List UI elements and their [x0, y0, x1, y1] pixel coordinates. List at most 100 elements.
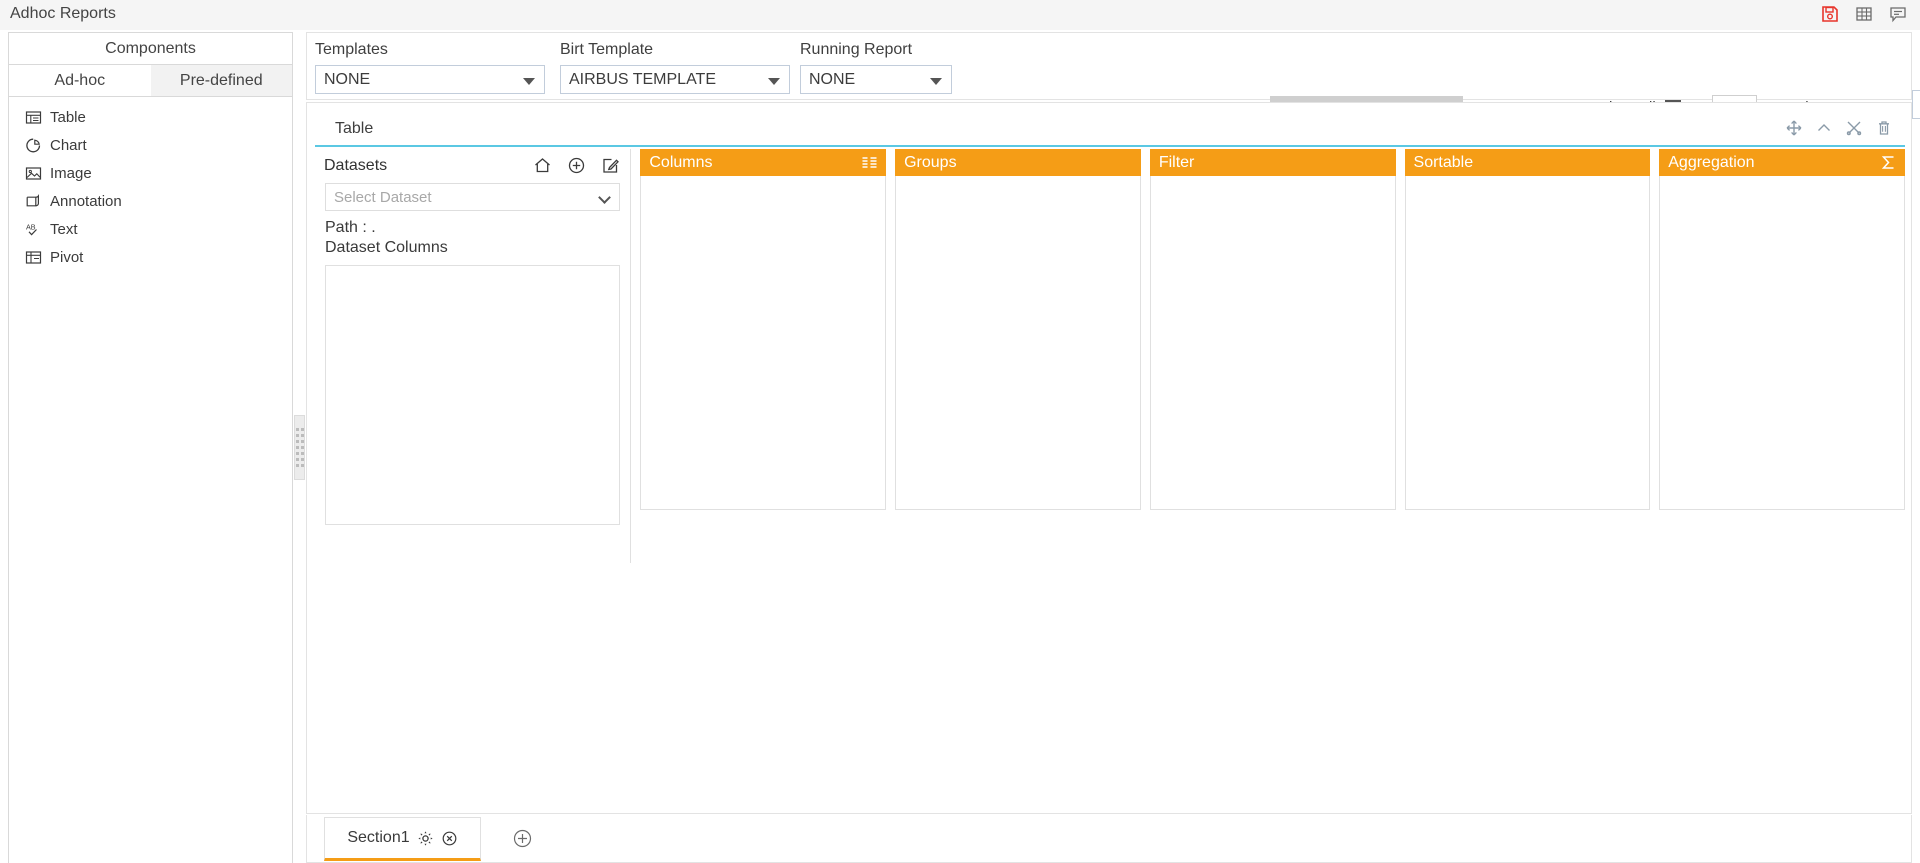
sidebar-header: Components — [9, 33, 292, 65]
sidebar-item-label: Pivot — [50, 248, 84, 266]
table-card-toolbar — [1785, 119, 1893, 137]
running-report-value: NONE — [809, 70, 856, 88]
chevron-down-icon — [598, 191, 612, 204]
components-sidebar: Components Ad-hoc Pre-defined Table Char… — [8, 32, 293, 863]
sidebar-item-label: Image — [50, 164, 92, 182]
filter-drop-area[interactable] — [1149, 176, 1396, 510]
table-component-card: Table Datasets Select Dataset Path: . D… — [315, 111, 1905, 563]
groups-drop-area[interactable] — [895, 176, 1141, 510]
output-format-select[interactable]: HTML — [1912, 90, 1920, 119]
grid-icon[interactable] — [1854, 4, 1874, 24]
sidebar-tab-adhoc[interactable]: Ad-hoc — [9, 65, 151, 96]
chevron-down-icon — [768, 77, 780, 85]
section-tab-bar: Section1 — [306, 815, 1912, 863]
list-columns-icon[interactable] — [861, 154, 878, 171]
aggregation-panel-title: Aggregation — [1668, 153, 1755, 171]
columns-panel: Columns — [640, 149, 887, 563]
dataset-columns-label: Dataset Columns — [325, 239, 448, 256]
sidebar-item-annotation[interactable]: Annotation — [9, 187, 292, 215]
sidebar-item-pivot[interactable]: Pivot — [9, 243, 292, 271]
columns-drop-area[interactable] — [640, 176, 887, 510]
groups-panel: Groups — [895, 149, 1141, 563]
sidebar-item-label: Text — [50, 220, 78, 238]
sidebar-item-image[interactable]: Image — [9, 159, 292, 187]
pie-chart-icon — [25, 137, 42, 154]
sortable-drop-area[interactable] — [1404, 176, 1651, 510]
sigma-icon[interactable] — [1880, 154, 1897, 171]
sidebar-item-text[interactable]: AB Text — [9, 215, 292, 243]
table-card-header: Table — [315, 111, 1905, 147]
birt-template-select[interactable]: AIRBUS TEMPLATE — [560, 65, 790, 94]
dataset-select[interactable]: Select Dataset — [325, 183, 621, 211]
birt-template-field: Birt Template AIRBUS TEMPLATE — [560, 41, 790, 94]
pivot-icon — [25, 249, 42, 266]
aggregation-panel-header: Aggregation — [1659, 149, 1905, 176]
move-icon[interactable] — [1785, 119, 1803, 137]
sidebar-item-label: Chart — [50, 136, 87, 154]
text-spellcheck-icon: AB — [25, 221, 42, 238]
report-toolbar: Templates NONE Birt Template AIRBUS TEMP… — [306, 32, 1920, 127]
dataset-path-text: Path : . — [325, 219, 376, 236]
columns-panel-title: Columns — [649, 153, 713, 171]
title-bar: Adhoc Reports — [0, 0, 1920, 30]
collapse-chevron-up-icon[interactable] — [1815, 119, 1833, 137]
dataset-columns-list[interactable] — [325, 265, 621, 525]
svg-text:AB: AB — [26, 222, 36, 231]
sidebar-item-table[interactable]: Table — [9, 103, 292, 131]
aggregation-panel: Aggregation — [1659, 149, 1905, 563]
templates-field: Templates NONE — [315, 41, 545, 94]
table-icon — [25, 109, 42, 126]
templates-label: Templates — [315, 41, 388, 58]
filter-panel: Filter — [1149, 149, 1396, 563]
groups-panel-header: Groups — [895, 149, 1141, 176]
groups-panel-title: Groups — [904, 153, 957, 171]
datasets-title: Datasets — [324, 157, 388, 174]
home-icon[interactable] — [533, 156, 552, 175]
sortable-panel-title: Sortable — [1413, 153, 1474, 171]
birt-template-label: Birt Template — [560, 41, 654, 58]
trash-icon[interactable] — [1875, 119, 1893, 137]
aggregation-drop-area[interactable] — [1659, 176, 1905, 510]
titlebar-icon-group — [1820, 4, 1908, 24]
section-tab-label: Section1 — [347, 829, 410, 846]
sortable-panel: Sortable — [1404, 149, 1651, 563]
sidebar-item-list: Table Chart Image Annotation AB Text Piv… — [9, 97, 292, 271]
datasets-icon-group — [533, 156, 620, 175]
table-card-title: Table — [335, 120, 374, 137]
running-report-select[interactable]: NONE — [800, 65, 952, 94]
chevron-down-icon — [523, 77, 535, 85]
comment-icon[interactable] — [1888, 4, 1908, 24]
sidebar-splitter-handle[interactable] — [294, 415, 305, 480]
templates-value: NONE — [324, 70, 371, 88]
sidebar-item-label: Annotation — [50, 192, 122, 210]
report-canvas: Table Datasets Select Dataset Path: . D… — [306, 102, 1912, 814]
section-tab-section1[interactable]: Section1 — [324, 817, 481, 861]
add-section-button[interactable] — [512, 828, 533, 849]
sidebar-tabs: Ad-hoc Pre-defined — [9, 65, 292, 97]
birt-template-value: AIRBUS TEMPLATE — [569, 70, 716, 88]
datasets-panel: Datasets Select Dataset Path: . Dataset… — [315, 149, 632, 563]
datasets-header: Datasets — [315, 149, 630, 183]
sidebar-item-label: Table — [50, 108, 86, 126]
templates-select[interactable]: NONE — [315, 65, 545, 94]
image-icon — [25, 165, 42, 182]
chevron-down-icon — [930, 77, 942, 85]
dataset-select-placeholder: Select Dataset — [334, 188, 432, 206]
running-report-label: Running Report — [800, 41, 913, 58]
sidebar-tab-predefined[interactable]: Pre-defined — [150, 65, 292, 96]
gear-icon[interactable] — [417, 830, 434, 847]
columns-panel-header: Columns — [640, 149, 887, 176]
page-title: Adhoc Reports — [10, 5, 116, 22]
filter-panel-title: Filter — [1158, 153, 1195, 171]
sortable-panel-header: Sortable — [1404, 149, 1651, 176]
save-icon[interactable] — [1820, 4, 1840, 24]
sidebar-item-chart[interactable]: Chart — [9, 131, 292, 159]
running-report-field: Running Report NONE — [800, 41, 952, 94]
table-config-panels: Datasets Select Dataset Path: . Dataset… — [315, 149, 1905, 563]
filter-panel-header: Filter — [1149, 149, 1396, 176]
close-circle-icon[interactable] — [441, 830, 458, 847]
add-circle-icon[interactable] — [567, 156, 586, 175]
tools-icon[interactable] — [1845, 119, 1863, 137]
edit-icon[interactable] — [601, 156, 620, 175]
annotation-icon — [25, 193, 42, 210]
